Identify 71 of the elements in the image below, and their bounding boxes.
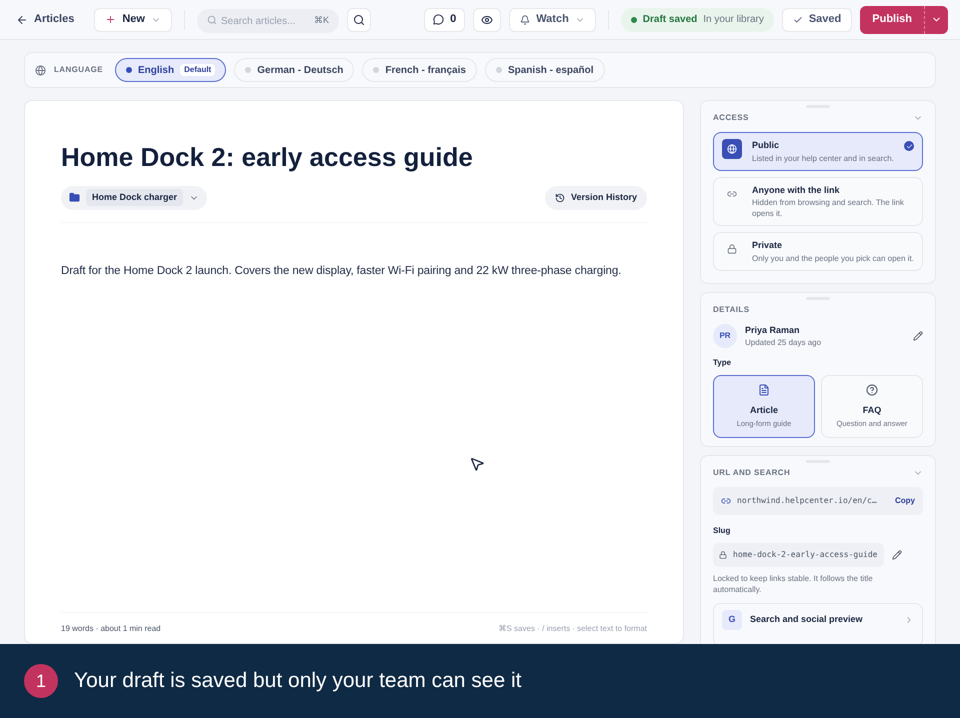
search-icon — [206, 14, 217, 24]
check-icon — [792, 14, 803, 24]
preview-title: Search and social preview — [750, 613, 864, 626]
type-title: FAQ — [862, 404, 882, 417]
option-description: Hidden from browsing and search. The link opens it. — [752, 197, 905, 219]
edit-icon[interactable] — [913, 331, 923, 342]
updated-time: Updated 25 days ago — [745, 337, 822, 349]
check-icon — [904, 141, 914, 151]
url-text: northwind.helpcenter.io/en/c… — [737, 494, 878, 507]
shortcut-hint: ⌘K — [314, 14, 329, 26]
language-tab[interactable]: English Default — [114, 58, 226, 82]
step-badge: 1 — [24, 664, 58, 698]
language-tab[interactable]: Spanish - español — [484, 58, 605, 82]
option-description: Only you and the people you pick can open it. — [752, 252, 914, 264]
status-label: Draft saved — [642, 13, 698, 27]
history-icon — [554, 192, 565, 202]
bell-icon — [520, 14, 530, 24]
banner-text: Your draft is saved but only your team can see it — [74, 668, 522, 694]
preview-letter-icon: G — [722, 610, 742, 630]
watch-button[interactable]: Watch — [509, 8, 596, 32]
saved-button[interactable]: Saved — [782, 8, 852, 32]
search-icon — [352, 14, 365, 26]
lock-icon — [719, 550, 727, 559]
option-title: Private — [752, 239, 784, 252]
back-arrow-icon — [16, 14, 28, 26]
slug-label: Slug — [713, 524, 732, 537]
preview-button[interactable] — [473, 8, 502, 32]
language-label: LANGUAGE — [54, 64, 103, 76]
link-icon — [727, 188, 737, 198]
eye-icon — [481, 14, 494, 26]
language-tab[interactable]: German - Deutsch — [234, 58, 354, 82]
folder-icon — [69, 192, 80, 203]
comment-icon — [433, 14, 444, 25]
globe-icon — [727, 144, 737, 154]
search-button[interactable] — [346, 8, 371, 32]
plus-icon — [105, 14, 116, 25]
access-option[interactable]: Public Listed in your help center and in search. — [713, 132, 923, 170]
option-description: Listed in your help center and in search. — [752, 152, 894, 164]
back-link[interactable]: Articles — [12, 11, 78, 28]
lock-icon — [727, 244, 737, 254]
type-label: Type — [713, 357, 732, 369]
slug-note: Locked to keep links stable. It follows the title automatically. — [713, 572, 874, 595]
status-detail: In your library — [703, 13, 764, 27]
globe-icon — [35, 64, 46, 76]
option-title: Public — [752, 139, 780, 152]
word-count: 19 words · about 1 min read — [61, 623, 161, 635]
option-title: Anyone with the link — [752, 184, 841, 197]
section-title: ACCESS — [713, 112, 749, 124]
default-badge: Default — [180, 64, 216, 76]
access-option[interactable]: Private Only you and the people you pick can open it. — [713, 232, 923, 270]
article-title: Home Dock 2: early access guide — [61, 141, 474, 174]
edit-icon[interactable] — [892, 550, 902, 560]
language-tab[interactable]: French - français — [362, 58, 477, 82]
question-icon — [866, 384, 878, 396]
slug-field: home-dock-2-early-access-guide — [713, 542, 884, 567]
version-history-button[interactable]: Version History — [544, 186, 647, 210]
link-icon — [721, 496, 731, 506]
access-option[interactable]: Anyone with the link Hidden from browsing and search. The link opens it. — [713, 176, 923, 226]
cursor-icon — [469, 456, 485, 472]
article-body: Draft for the Home Dock 2 launch. Covers the new display, faster Wi-Fi pairing and 22 kW three-phase charging. — [61, 264, 622, 278]
shortcut-tips: ⌘S saves · / inserts · select text to format — [498, 623, 647, 635]
collection-picker[interactable]: Home Dock charger — [61, 186, 208, 210]
type-title: Article — [750, 404, 778, 417]
section-title: URL AND SEARCH — [713, 466, 790, 479]
new-button[interactable]: New — [94, 8, 172, 32]
author-name: Priya Raman — [745, 324, 801, 337]
comments-button[interactable]: 0 — [424, 8, 466, 32]
avatar: PR — [713, 324, 737, 348]
section-title: DETAILS — [713, 304, 750, 316]
document-icon — [758, 384, 770, 396]
copy-link[interactable]: Copy — [895, 494, 915, 507]
